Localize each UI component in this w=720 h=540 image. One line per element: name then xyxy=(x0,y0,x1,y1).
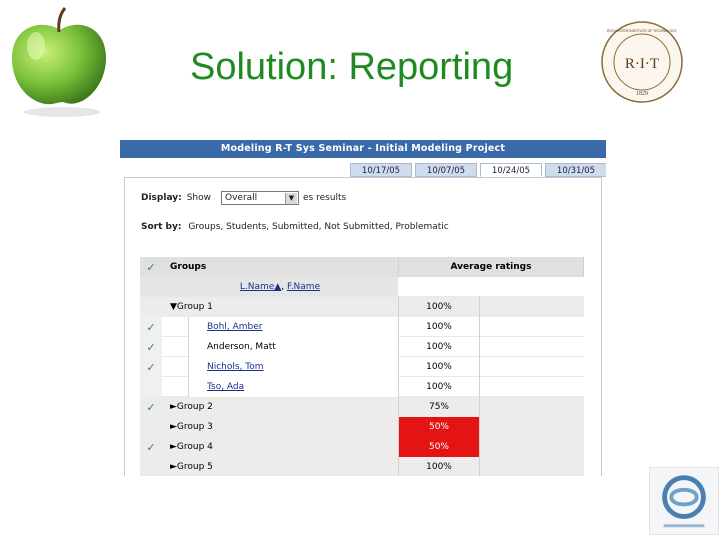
display-controls: Display: Show Overall ▼ es results xyxy=(141,191,346,205)
group-3-toggle[interactable]: ►Group 3 xyxy=(162,422,213,432)
results-grid: ✓ Groups Average ratings L.Name▲, F.Name… xyxy=(140,257,584,476)
check-icon: ✓ xyxy=(140,337,162,357)
group-4-toggle[interactable]: ►Group 4 xyxy=(162,442,213,452)
tab-10-24-05[interactable]: 10/24/05 xyxy=(480,163,542,177)
group-4-average-alert: 50% xyxy=(398,437,480,457)
groups-header[interactable]: Groups xyxy=(162,257,398,277)
rit-seal-icon: R·I·T 1829 ROCHESTER INSTITUTE OF TECHNO… xyxy=(601,21,683,103)
tab-10-07-05[interactable]: 10/07/05 xyxy=(415,163,477,177)
student-row: ✓ Nichols, Tom 100% xyxy=(140,357,584,377)
software-engineering-logo-icon xyxy=(649,467,719,535)
sort-controls: Sort by: Groups, Students, Submitted, No… xyxy=(141,222,449,232)
group-2-toggle[interactable]: ►Group 2 xyxy=(162,402,213,412)
group-3-average-alert: 50% xyxy=(398,417,480,437)
student-average: 100% xyxy=(398,337,480,357)
report-content: Display: Show Overall ▼ es results Sort … xyxy=(124,177,602,476)
group-row: ►Group 5 100% xyxy=(140,457,584,476)
sort-label: Sort by: xyxy=(141,222,182,232)
window-title: Modeling R-T Sys Seminar - Initial Model… xyxy=(120,140,606,158)
group-row: ✓ ►Group 2 75% xyxy=(140,397,584,417)
student-name: Anderson, Matt xyxy=(207,342,276,352)
display-select-value: Overall xyxy=(225,193,258,203)
student-row: Tso, Ada 100% xyxy=(140,377,584,397)
seal-ring-text: ROCHESTER INSTITUTE OF TECHNOLOGY xyxy=(607,29,678,33)
sort-last-name-link[interactable]: L.Name▲ xyxy=(240,282,281,292)
student-row: ✓ Bohl, Amber 100% xyxy=(140,317,584,337)
check-icon: ✓ xyxy=(140,257,162,277)
student-name-link[interactable]: Nichols, Tom xyxy=(207,362,264,372)
average-ratings-header[interactable]: Average ratings xyxy=(398,257,584,277)
reporting-app-window: Modeling R-T Sys Seminar - Initial Model… xyxy=(120,140,606,476)
sort-options[interactable]: Groups, Students, Submitted, Not Submitt… xyxy=(188,222,448,232)
student-average: 100% xyxy=(398,357,480,377)
check-icon: ✓ xyxy=(140,397,162,417)
display-prefix: Show xyxy=(186,193,211,203)
display-suffix: es results xyxy=(303,193,347,203)
group-1-toggle[interactable]: ▼Group 1 xyxy=(162,302,213,312)
student-name-link[interactable]: Tso, Ada xyxy=(207,382,244,392)
tab-10-31-05[interactable]: 10/31/05 xyxy=(545,163,606,177)
green-apple-icon xyxy=(12,7,106,117)
student-average: 100% xyxy=(398,377,480,397)
group-1-check-cell xyxy=(140,297,162,317)
display-select[interactable]: Overall ▼ xyxy=(221,191,299,205)
student-average: 100% xyxy=(398,317,480,337)
group-row: ▼Group 1 100% xyxy=(140,297,584,317)
check-icon: ✓ xyxy=(140,317,162,337)
student-row: ✓ Anderson, Matt 100% xyxy=(140,337,584,357)
sort-first-name-link[interactable]: F.Name xyxy=(287,282,320,292)
grid-subheader-row: L.Name▲, F.Name xyxy=(140,277,584,297)
check-icon: ✓ xyxy=(140,357,162,377)
check-icon: ✓ xyxy=(140,437,162,457)
group-row: ►Group 3 50% xyxy=(140,417,584,437)
group-5-average: 100% xyxy=(398,457,480,476)
chevron-down-icon: ▼ xyxy=(285,192,297,204)
display-label: Display: xyxy=(141,193,182,203)
seal-initials: R·I·T xyxy=(625,56,659,72)
slide-title: Solution: Reporting xyxy=(190,46,514,88)
group-2-average: 75% xyxy=(398,397,480,417)
student-name-link[interactable]: Bohl, Amber xyxy=(207,322,262,332)
date-tabs: 10/17/05 10/07/05 10/24/05 10/31/05 xyxy=(350,163,606,177)
seal-year: 1829 xyxy=(636,91,648,97)
group-5-toggle[interactable]: ►Group 5 xyxy=(162,462,213,472)
group-1-average: 100% xyxy=(398,297,480,317)
tab-10-17-05[interactable]: 10/17/05 xyxy=(350,163,412,177)
grid-header-row: ✓ Groups Average ratings xyxy=(140,257,584,277)
group-row: ✓ ►Group 4 50% xyxy=(140,437,584,457)
